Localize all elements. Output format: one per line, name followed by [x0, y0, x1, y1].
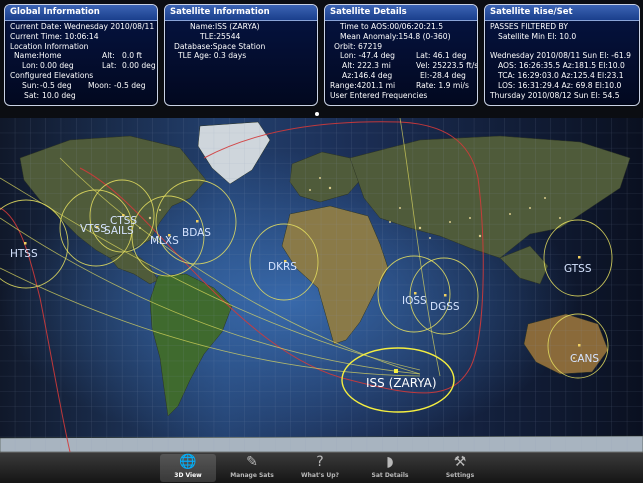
tab-label: Settings	[445, 472, 475, 479]
time-to-aos: Time to AOS:00/06:20:21.5	[340, 22, 444, 31]
iss-marker	[394, 369, 398, 373]
pass-los: LOS: 16:31:29.4 Az: 69.8 El:10.0	[498, 80, 622, 90]
panel-title: Global Information	[5, 5, 157, 21]
station-ioss: IOSS	[402, 295, 427, 307]
filter-header: PASSES FILTERED BY	[490, 22, 568, 31]
tab-bar: 🌐 3D View ✎ Manage Sats ? What's Up? ◗ S…	[0, 452, 643, 483]
station-gtss: GTSS	[564, 263, 592, 275]
sat-lon: Lon: -47.4 deg	[340, 51, 395, 61]
tab-label: Manage Sats	[230, 472, 274, 479]
location-name: Name:Home	[14, 51, 62, 61]
panel-title: Satellite Information	[165, 5, 317, 21]
min-elevation: Satellite Min El: 10.0	[498, 31, 577, 41]
orbit-number: Orbit: 67219	[334, 41, 383, 51]
page-dot-active	[315, 112, 319, 116]
lon-value: 0.00 deg	[40, 61, 74, 71]
pass-day-2: Thursday 2010/08/12 Sun El: 54.5	[490, 90, 620, 100]
tab-label: 3D View	[174, 472, 202, 479]
world-map[interactable]: HTSS VTSS CTSS SAILS MLXS BDAS DKRS IOSS…	[0, 118, 643, 452]
global-information-panel: Global Information Current Date: Wednesd…	[4, 4, 158, 106]
tab-sat-details[interactable]: ◗ Sat Details	[362, 454, 418, 482]
satellite-details-panel: Satellite Details Time to AOS:00/06:20:2…	[324, 4, 478, 106]
station-sails: SAILS	[104, 225, 134, 237]
sat-alt: Alt: 222.3 mi	[342, 61, 391, 71]
station-htss: HTSS	[10, 248, 38, 260]
tab-whats-up[interactable]: ? What's Up?	[292, 454, 348, 482]
globe-icon: 🌐	[179, 454, 197, 470]
tle-number: TLE:25544	[200, 31, 241, 41]
current-time: Current Time: 10:06:14	[10, 31, 99, 41]
user-frequencies: User Entered Frequencies	[330, 90, 428, 100]
database: Database:Space Station	[174, 41, 266, 51]
lon-label: Lon:	[22, 61, 39, 71]
sat-label: Sat:	[24, 90, 40, 100]
sat-lat: Lat: 46.1 deg	[416, 51, 467, 61]
tle-age: TLE Age: 0.3 days	[178, 51, 247, 61]
station-dkrs: DKRS	[268, 261, 297, 273]
tab-label: What's Up?	[301, 472, 339, 479]
moon-label: Moon:	[88, 80, 112, 90]
sat-value: 10.0 deg	[42, 90, 76, 100]
station-bdas: BDAS	[182, 227, 211, 239]
elevations-header: Configured Elevations	[10, 70, 94, 80]
moon-value: -0.5 deg	[114, 80, 146, 90]
question-icon: ?	[316, 454, 324, 470]
panel-title: Satellite Details	[325, 5, 477, 21]
pass-aos: AOS: 16:26:35.5 Az:181.5 El:10.0	[498, 61, 625, 71]
pencil-icon: ✎	[246, 454, 258, 470]
sat-az: Az:146.4 deg	[342, 70, 393, 80]
station-dgss: DGSS	[430, 301, 460, 313]
satellite-dish-icon: ◗	[386, 454, 394, 470]
alt-label: Alt:	[102, 51, 115, 61]
lat-value: 0.00 deg	[122, 61, 156, 71]
tab-label: Sat Details	[371, 472, 409, 479]
sun-label: Sun:	[22, 80, 40, 90]
satellite-label: ISS (ZARYA)	[366, 376, 437, 390]
pass-tca: TCA: 16:29:03.0 Az:125.4 El:23.1	[498, 70, 624, 80]
alt-value: 0.0 ft	[122, 51, 143, 61]
sat-range: Range:4201.1 mi	[330, 80, 396, 90]
sat-el: El:-28.4 deg	[420, 70, 466, 80]
tab-settings[interactable]: ⚒ Settings	[432, 454, 488, 482]
satellite-rise-set-panel: Satellite Rise/Set PASSES FILTERED BY Sa…	[484, 4, 640, 106]
lat-label: Lat:	[102, 61, 117, 71]
current-date: Current Date: Wednesday 2010/08/11	[10, 22, 155, 31]
station-mlxs: MLXS	[150, 235, 179, 247]
sun-value: -0.5 deg	[40, 80, 72, 90]
sat-vel: Vel: 25223.5 ft/s	[416, 61, 478, 71]
sat-rate: Rate: 1.9 mi/s	[416, 80, 469, 90]
tab-manage-sats[interactable]: ✎ Manage Sats	[224, 454, 280, 482]
station-cans: CANS	[570, 353, 599, 365]
lat-lon-grid	[0, 118, 643, 452]
satellite-name: Name:ISS (ZARYA)	[190, 22, 260, 31]
tools-icon: ⚒	[453, 454, 467, 470]
satellite-information-panel: Satellite Information Name:ISS (ZARYA) T…	[164, 4, 318, 106]
mean-anomaly: Mean Anomaly:154.8 (0-360)	[340, 31, 451, 41]
pass-day-1: Wednesday 2010/08/11 Sun El: -61.9	[490, 51, 631, 61]
page-indicator[interactable]	[0, 110, 643, 118]
panel-title: Satellite Rise/Set	[485, 5, 639, 21]
location-header: Location Information	[10, 41, 89, 51]
tab-3d-view[interactable]: 🌐 3D View	[160, 454, 216, 482]
